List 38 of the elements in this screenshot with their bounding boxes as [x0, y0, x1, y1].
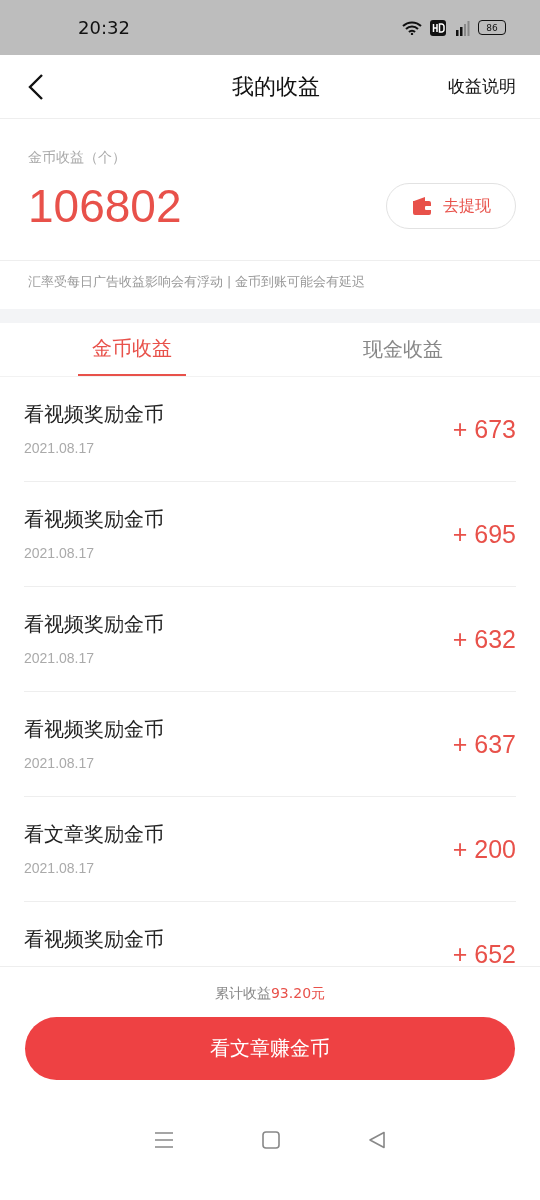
earn-coins-button[interactable]: 看文章赚金币 — [25, 1017, 515, 1080]
income-info-link[interactable]: 收益说明 — [448, 75, 516, 98]
record-date: 2021.08.17 — [24, 860, 96, 876]
record-title: 看视频奖励金币 — [24, 716, 164, 743]
income-tab[interactable]: 现金收益 — [266, 323, 540, 376]
exchange-note: 汇率受每日广告收益影响会有浮动 | 金币到账可能会有延迟 — [27, 273, 367, 291]
record-title: 看视频奖励金币 — [24, 401, 164, 428]
record-date: 2021.08.17 — [24, 650, 96, 666]
total-value: 93.20元 — [270, 985, 326, 1001]
record-title: 看视频奖励金币 — [24, 611, 164, 638]
record-title: 看视频奖励金币 — [24, 506, 164, 533]
record-amount: + 200 — [452, 834, 516, 864]
home-icon[interactable] — [262, 1131, 280, 1149]
battery-icon: 86 — [478, 20, 506, 35]
record-date: 2021.08.17 — [24, 755, 96, 771]
record-amount: + 695 — [452, 519, 516, 549]
record-title: 看视频奖励金币 — [24, 926, 164, 953]
record-amount: + 632 — [452, 624, 516, 654]
record-amount: + 637 — [452, 729, 516, 759]
total-label: 累计收益 — [214, 985, 271, 1001]
back-icon[interactable] — [28, 72, 44, 101]
income-tab[interactable]: 金币收益 — [78, 323, 186, 376]
hd-icon — [430, 19, 446, 36]
record-amount: + 673 — [452, 414, 516, 444]
signal-icon — [454, 19, 470, 36]
menu-icon[interactable] — [154, 1131, 174, 1149]
coin-income-label: 金币收益（个） — [28, 149, 127, 167]
back-nav-icon[interactable] — [368, 1131, 386, 1149]
coin-income-value: 106802 — [28, 179, 182, 233]
record-date: 2021.08.17 — [24, 545, 96, 561]
page-title: 我的收益 — [232, 72, 320, 101]
record-date: 2021.08.17 — [24, 440, 96, 456]
record-title: 看文章奖励金币 — [24, 821, 164, 848]
withdraw-button[interactable]: 去提现 — [386, 183, 516, 229]
status-time: 20:32 — [78, 17, 130, 38]
wifi-icon — [402, 20, 422, 35]
wallet-icon — [411, 197, 433, 215]
record-amount: + 652 — [452, 939, 516, 966]
